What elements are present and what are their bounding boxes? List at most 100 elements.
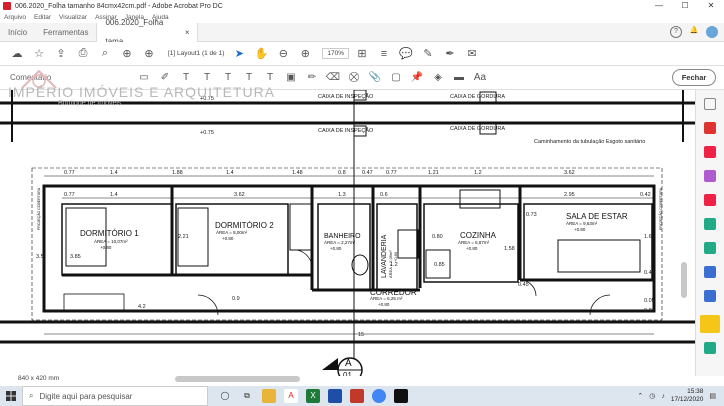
line-color-icon[interactable]: ▬: [451, 70, 467, 86]
fill-color-icon[interactable]: ◈: [430, 70, 446, 86]
search-icon[interactable]: ⌕: [96, 45, 114, 63]
zoom-in-icon[interactable]: ⊕: [296, 45, 314, 63]
dim-top-2: 1.4: [110, 170, 118, 176]
fit-page-icon[interactable]: ⊞: [353, 45, 371, 63]
bell-icon[interactable]: 🔔: [688, 26, 700, 38]
bookmark-star-icon[interactable]: ☆: [30, 45, 48, 63]
office-icon[interactable]: [350, 389, 364, 403]
comment-tool-icon[interactable]: [700, 315, 720, 333]
tab-home[interactable]: Início: [0, 23, 35, 42]
hand-tool-icon[interactable]: ✋: [252, 45, 270, 63]
protect-icon[interactable]: [704, 290, 716, 302]
clock[interactable]: 15:38 17/12/2020: [671, 388, 704, 404]
tray-expand-icon[interactable]: ⌃: [637, 392, 643, 400]
dim-misc-10: 0.9: [232, 296, 240, 302]
draw-icon[interactable]: ✏: [304, 70, 320, 86]
send-icon[interactable]: [704, 266, 716, 278]
close-tab-icon[interactable]: ×: [185, 23, 190, 42]
notifications-icon[interactable]: ▤: [709, 392, 716, 400]
dim-top-3: 1.88: [172, 170, 183, 176]
window-title: 006.2020_Folha tamanho 84cmx42cm.pdf - A…: [15, 2, 223, 10]
dim-top-10: 1.2: [474, 170, 482, 176]
menu-arquivo[interactable]: Arquivo: [4, 14, 26, 21]
dim-misc-8: 0.80: [432, 234, 443, 240]
previous-page-icon[interactable]: ⊕: [118, 45, 136, 63]
tab-tools[interactable]: Ferramentas: [35, 23, 96, 42]
windows-start-icon[interactable]: [0, 386, 22, 406]
excel-icon[interactable]: X: [306, 389, 320, 403]
zoom-out-icon[interactable]: ⊖: [274, 45, 292, 63]
shapes-icon[interactable]: ▢: [388, 70, 404, 86]
projecao-label-right: PROJEÇÃO COBERTURA: [658, 187, 663, 230]
search-icon: ⌕: [29, 391, 34, 400]
create-pdf-icon[interactable]: [704, 122, 716, 134]
dim-top-4: 1.4: [226, 170, 234, 176]
windows-taskbar: ⌕ Digite aqui para pesquisar ◯ ⧉ A X ⌃ ◷…: [0, 386, 724, 406]
comment-icon[interactable]: 💬: [397, 45, 415, 63]
status-bar: 840 x 420 mm: [0, 372, 695, 386]
dim-mid-6: 2.95: [564, 192, 575, 198]
text-comment-icon[interactable]: ▣: [283, 70, 299, 86]
page-indicator[interactable]: [1] Layout1 (1 de 1): [168, 50, 224, 57]
menu-editar[interactable]: Editar: [34, 14, 51, 21]
taskbar-search-input[interactable]: ⌕ Digite aqui para pesquisar: [22, 386, 208, 406]
room-name-dormitorio-1: DORMITÓRIO 1: [80, 229, 139, 238]
dim-misc-13: 15: [358, 332, 364, 338]
room-level-dormitorio-2: +0.80: [222, 236, 234, 241]
scan-icon[interactable]: [704, 242, 716, 254]
file-explorer-icon[interactable]: [262, 389, 276, 403]
share-icon[interactable]: ✉: [463, 45, 481, 63]
tab-document[interactable]: 006.2020_Folha tama... ×: [96, 18, 199, 46]
edit-pdf-icon[interactable]: [704, 170, 716, 182]
acrobat-taskbar-icon[interactable]: A: [284, 389, 298, 403]
pen-icon[interactable]: ✎: [419, 45, 437, 63]
cloud-upload-icon[interactable]: ⇪: [52, 45, 70, 63]
volume-icon[interactable]: ♪: [661, 393, 665, 400]
horizontal-scrollbar[interactable]: [175, 376, 300, 382]
print-icon[interactable]: ⎙: [74, 45, 92, 63]
chrome-icon[interactable]: [372, 389, 386, 403]
network-icon[interactable]: ◷: [649, 392, 655, 400]
close-button[interactable]: ✕: [698, 0, 724, 12]
document-area[interactable]: CAIXA DE INSPEÇÃO CAIXA DE INSPEÇÃO CAIX…: [0, 90, 695, 376]
eraser-icon[interactable]: ⌫: [325, 70, 341, 86]
taskbar-apps: ◯ ⧉ A X: [218, 389, 408, 403]
export-pdf-icon[interactable]: [704, 194, 716, 206]
menu-visualizar[interactable]: Visualizar: [59, 14, 87, 21]
taskbar-search-placeholder: Digite aqui para pesquisar: [39, 391, 133, 401]
dim-misc-9: 0.85: [434, 262, 445, 268]
room-area-sala-de-estar: ÁREA = 9,63m²: [566, 220, 598, 226]
font-size-icon[interactable]: Aa: [472, 70, 488, 86]
next-page-icon[interactable]: ⊕: [140, 45, 158, 63]
level-075-label-2: +0.75: [200, 130, 214, 136]
tab-bar: Início Ferramentas 006.2020_Folha tama..…: [0, 18, 724, 46]
dim-misc-1: 3.5: [36, 254, 44, 260]
user-avatar-icon[interactable]: [706, 26, 718, 38]
maximize-button[interactable]: ☐: [672, 0, 698, 12]
minimize-button[interactable]: —: [646, 0, 672, 12]
combine-files-icon[interactable]: [704, 146, 716, 158]
fill-sign-icon[interactable]: [704, 342, 716, 354]
zoom-select[interactable]: 170%: [322, 48, 349, 59]
pin-icon[interactable]: 📌: [409, 70, 425, 86]
cloud-icon[interactable]: ☁: [8, 45, 26, 63]
scroll-mode-icon[interactable]: ≡: [375, 45, 393, 63]
stamp-icon[interactable]: ⛒: [346, 70, 362, 86]
acrobat-dc-icon[interactable]: [394, 389, 408, 403]
dim-mid-4: 1.3: [338, 192, 346, 198]
task-view-icon[interactable]: ◯: [218, 389, 232, 403]
dim-misc-14: 0.05: [644, 298, 655, 304]
close-comment-button[interactable]: Fechar: [672, 69, 716, 86]
organize-pages-icon[interactable]: [704, 218, 716, 230]
sign-icon[interactable]: ✒: [441, 45, 459, 63]
room-level-corredor: +0.80: [378, 302, 390, 307]
task-switch-icon[interactable]: ⧉: [240, 389, 254, 403]
panel-collapse-icon[interactable]: [704, 98, 716, 110]
dim-misc-15: 0.87: [644, 308, 655, 314]
select-cursor-icon[interactable]: ➤: [230, 45, 248, 63]
store-icon[interactable]: [328, 389, 342, 403]
attach-icon[interactable]: 📎: [367, 70, 383, 86]
watermark-name: IMPÉRIO IMÓVEIS E ARQUITETURA: [8, 84, 276, 100]
vertical-scrollbar[interactable]: [681, 262, 687, 298]
help-icon[interactable]: ?: [670, 26, 682, 38]
